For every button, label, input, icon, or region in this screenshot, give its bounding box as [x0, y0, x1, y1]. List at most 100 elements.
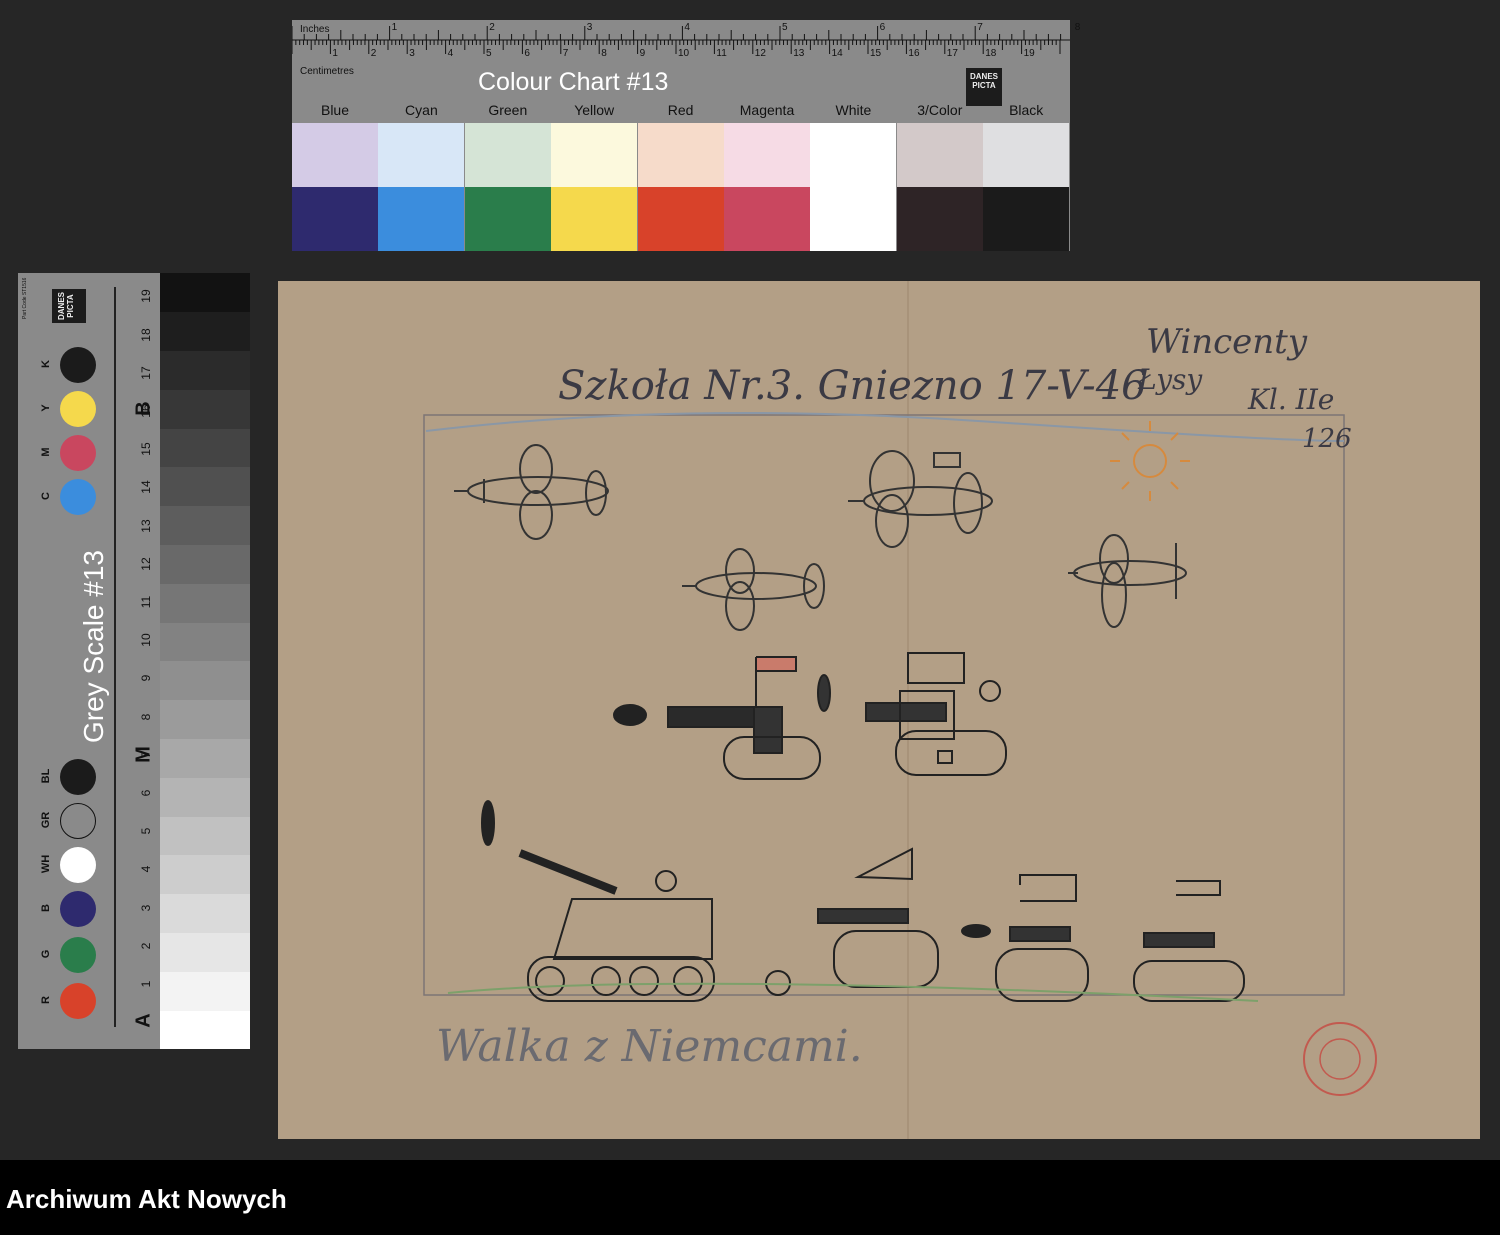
colour-label-green: Green [488, 102, 528, 118]
grey-step [160, 389, 250, 429]
cm-tick-label: 3 [409, 48, 415, 59]
archive-stamp [1303, 1022, 1377, 1096]
ruler: Inches Centimetres 12345678 1 2 3 4 5 6 7 8 9 10 1… [292, 20, 1080, 82]
grey-step-number: 3 [139, 904, 153, 911]
tank-5 [961, 874, 1089, 1002]
plane-3 [682, 548, 825, 631]
inch-tick-label: 1 [391, 22, 398, 33]
author-last-name: Łysy [1137, 363, 1203, 396]
grey-step [160, 273, 250, 313]
grey-step [160, 738, 250, 778]
inches-label: Inches [300, 24, 330, 35]
danes-picta-logo: DANES PICTA [966, 68, 1002, 106]
cm-tick-label: 2 [370, 48, 377, 59]
cm-tick-label: 12 [754, 48, 766, 59]
swatch-dark [896, 187, 983, 251]
swatch-dark [810, 187, 897, 251]
cm-tick-label: 18 [985, 48, 997, 59]
footer-bar: Archiwum Akt Nowych [0, 1160, 1500, 1235]
letter-b: B [132, 401, 155, 416]
swatch-dark [378, 187, 465, 251]
grey-step-number: 19 [139, 289, 153, 304]
colour-chart-title: Colour Chart #13 [478, 68, 669, 96]
drawing-paper: Szkoła Nr.3. Gniezno 17-V-46 Wincenty Ły… [278, 281, 1480, 1139]
swatch-dark [983, 187, 1070, 251]
swatch-light [464, 123, 551, 187]
grey-scale-circle-b [60, 891, 96, 927]
letter-a: A [132, 1013, 155, 1028]
cm-tick-label: 9 [639, 48, 646, 59]
swatch-light [810, 123, 897, 187]
grey-step [160, 855, 250, 895]
grey-step-number: 13 [139, 518, 153, 533]
cm-tick-label: 4 [447, 48, 454, 59]
swatch-dark [292, 187, 378, 251]
colour-label-blue: Blue [320, 102, 350, 118]
grey-step-number: 9 [139, 675, 153, 682]
grey-step [160, 544, 250, 584]
colour-label-red: Red [667, 102, 694, 118]
grey-step-number: 5 [139, 827, 153, 835]
circle-label: C [40, 492, 52, 500]
grey-step-number: 11 [139, 595, 153, 609]
tank-2 [865, 652, 1007, 776]
grey-step-number: 17 [139, 366, 153, 380]
grey-step [160, 1010, 250, 1050]
grey-scale-circle-wh [60, 847, 96, 883]
grey-scale-circle-bl [60, 759, 96, 795]
drawing-number: 126 [1302, 424, 1352, 454]
sky-line [425, 412, 1345, 442]
grey-step [160, 699, 250, 740]
cm-tick-label: 8 [601, 48, 607, 59]
grey-scale-chart: Part Code ST1516 DANES PICTA Grey Scale … [18, 273, 250, 1050]
swatch-dark [724, 187, 810, 251]
class-label: Kl. IIe [1247, 383, 1334, 416]
cm-tick-label: 1 [332, 48, 338, 59]
tank-4 [765, 847, 939, 996]
grey-scale-circle-k [60, 347, 96, 383]
drawing-caption: Walka z Niemcami. [436, 1021, 863, 1072]
swatch-light [983, 123, 1070, 187]
grey-step [160, 428, 250, 468]
cm-tick-label: 10 [678, 48, 690, 59]
grey-step [160, 622, 250, 662]
drawing-canvas: Szkoła Nr.3. Gniezno 17-V-46 Wincenty Ły… [423, 281, 1377, 1139]
colour-label-magenta: Magenta [739, 102, 795, 118]
inch-tick-label: 6 [879, 22, 886, 33]
circle-label: GR [40, 811, 52, 829]
logo-line-2: PICTA [972, 81, 996, 90]
tank-3 [481, 800, 715, 1002]
swatch-light [724, 123, 810, 187]
swatch-light [551, 123, 638, 187]
colour-chart: Inches Centimetres 12345678 1 2 3 4 5 6 7 8 9 10 1… [292, 20, 1080, 251]
grey-step-number: 6 [139, 789, 153, 797]
cm-tick-label: 14 [831, 48, 843, 59]
swatch-dark [464, 187, 551, 251]
inch-tick-label: 4 [684, 22, 690, 33]
grey-scale-circle-m [60, 435, 96, 471]
circle-label: B [40, 904, 52, 912]
grey-step [160, 583, 250, 623]
cm-tick-label: 16 [908, 48, 920, 59]
colour-label-white: White [835, 102, 872, 118]
grey-step-number: 8 [139, 713, 153, 720]
danes-picta-logo-grey: DANES PICTA [52, 289, 86, 323]
grey-step-number: 15 [139, 442, 153, 456]
grey-step-number: 2 [139, 942, 153, 950]
cm-tick-label: 19 [1023, 48, 1035, 59]
grey-step [160, 932, 250, 972]
grey-scale-circle-g [60, 937, 96, 973]
logo-line-2: PICTA [66, 294, 75, 318]
grey-step [160, 893, 250, 934]
grey-step [160, 311, 250, 352]
colour-label-3color: 3/Color [917, 102, 963, 118]
grey-scale-title: Grey Scale #13 [78, 550, 109, 743]
logo-line-1: DANES [969, 72, 998, 81]
grey-step-number: 14 [139, 480, 153, 495]
swatch-light [292, 123, 378, 187]
grey-step-number: 1 [139, 980, 153, 988]
inch-tick-label: 8 [1074, 22, 1081, 33]
circle-label: Y [40, 404, 52, 412]
scale-divider [114, 287, 116, 1027]
swatch-dark [551, 187, 638, 251]
